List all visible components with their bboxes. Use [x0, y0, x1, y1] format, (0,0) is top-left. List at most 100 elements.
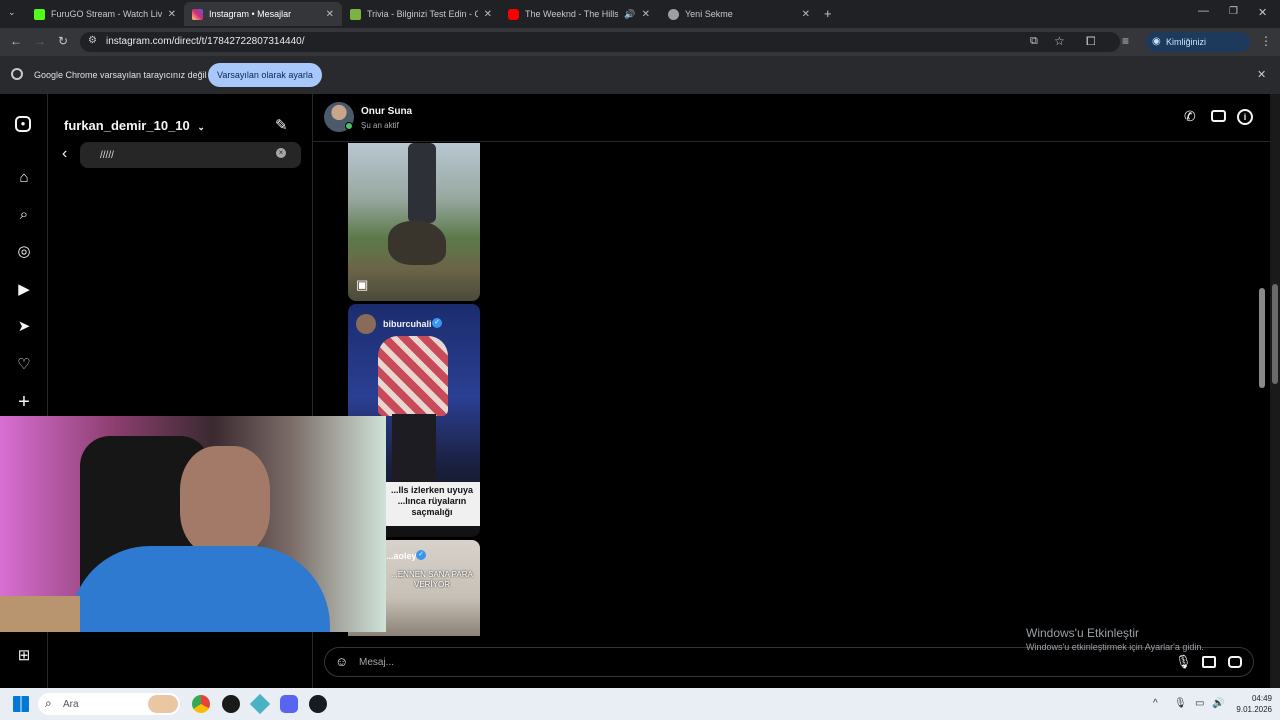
- clock-date: 9.01.2026: [1236, 705, 1272, 714]
- explore-icon[interactable]: ◎: [15, 243, 33, 261]
- reel-icon: ▣: [356, 277, 369, 292]
- restore-icon[interactable]: ❐: [1229, 6, 1238, 17]
- scrollbar-thumb[interactable]: [1259, 288, 1265, 388]
- extensions-icon[interactable]: ⧠: [1086, 34, 1096, 49]
- close-tab-icon[interactable]: ✕: [168, 9, 176, 20]
- tab-furugo[interactable]: FuruGO Stream - Watch Live or ✕: [26, 2, 184, 26]
- install-app-icon[interactable]: ⧉: [1030, 35, 1038, 48]
- microphone-tray-icon[interactable]: 🎙: [1174, 698, 1187, 709]
- volume-icon[interactable]: 🔊: [1212, 698, 1224, 709]
- sticker-icon[interactable]: [1228, 656, 1242, 668]
- home-icon[interactable]: ⌂: [15, 169, 33, 187]
- search-icon[interactable]: ⌕: [15, 206, 33, 224]
- close-tab-icon[interactable]: ✕: [484, 9, 492, 20]
- active-dot: [345, 122, 353, 130]
- image-upload-icon[interactable]: [1202, 656, 1216, 668]
- app-taskbar-icon[interactable]: [222, 695, 240, 713]
- verified-badge-icon: ✓: [432, 318, 442, 328]
- close-infobar-icon[interactable]: ✕: [1257, 68, 1266, 81]
- infobar-message: Google Chrome varsayılan tarayıcınız değ…: [34, 70, 207, 80]
- toolbar: ← → ↻ ⚙ instagram.com/direct/t/178427228…: [0, 28, 1280, 67]
- tab-strip: ⌄ FuruGO Stream - Watch Live or ✕ Instag…: [0, 0, 1280, 28]
- taskbar-search[interactable]: ⌕ Ara: [38, 693, 180, 715]
- tab-instagram[interactable]: Instagram • Mesajlar ✕: [184, 2, 342, 26]
- page-scrollbar-thumb[interactable]: [1272, 284, 1278, 384]
- tab-title: The Weeknd - The Hills - Yo: [525, 9, 619, 19]
- page-scrollbar[interactable]: [1270, 94, 1280, 688]
- show-hidden-icons-icon[interactable]: ^: [1153, 698, 1158, 709]
- post-caption: ...ENNEN SANA PARA VERİYOR: [391, 570, 473, 589]
- phone-call-icon[interactable]: ✆: [1184, 108, 1196, 125]
- new-message-icon[interactable]: ✎: [275, 116, 288, 134]
- bookmark-star-icon[interactable]: ☆: [1054, 34, 1065, 48]
- app-taskbar-icon[interactable]: [249, 693, 271, 715]
- tab-youtube[interactable]: The Weeknd - The Hills - Yo 🔊 ✕: [500, 2, 658, 26]
- post-author: biburcuhali: [383, 319, 432, 329]
- tab-title: Trivia - Bilginizi Test Edin - Quiz: [367, 9, 478, 19]
- emoji-icon[interactable]: ☺: [335, 654, 348, 669]
- new-tab-icon[interactable]: +: [824, 6, 832, 21]
- discord-icon[interactable]: [280, 695, 298, 713]
- scrollbar[interactable]: [1258, 142, 1266, 636]
- trivia-icon: [350, 8, 361, 20]
- forward-icon[interactable]: →: [34, 34, 46, 48]
- clock[interactable]: 04:49 9.01.2026: [1228, 693, 1272, 715]
- contact-name[interactable]: Onur Suna: [361, 106, 412, 117]
- contact-status: Şu an aktif: [361, 121, 399, 130]
- menu-icon[interactable]: ⋮: [1260, 34, 1272, 48]
- webcam-overlay: [0, 416, 386, 632]
- taskbar: ⌕ Ara ^ 🎙 ▭ 🔊 04:49 9.01.2026: [0, 688, 1280, 720]
- bed: [0, 596, 80, 632]
- person-body: [70, 546, 330, 632]
- conversation-panel: Onur Suna Şu an aktif ✆ i ▣ biburcuhali …: [313, 94, 1280, 688]
- minimize-icon[interactable]: —: [1198, 5, 1209, 17]
- steam-icon[interactable]: [309, 695, 327, 713]
- info-icon[interactable]: i: [1237, 109, 1253, 125]
- messages-icon[interactable]: ➤: [15, 318, 33, 336]
- account-switcher[interactable]: furkan_demir_10_10 ⌄: [64, 118, 205, 133]
- back-icon[interactable]: ←: [10, 34, 22, 48]
- search-input[interactable]: ///// ×: [80, 142, 301, 168]
- url-text: instagram.com/direct/t/17842722807314440…: [106, 36, 305, 47]
- microphone-icon[interactable]: 🎙: [1175, 654, 1192, 670]
- tab-title: Instagram • Mesajlar: [209, 9, 292, 19]
- close-tab-icon[interactable]: ✕: [326, 9, 334, 20]
- search-icon: ⌕: [45, 696, 52, 710]
- close-tab-icon[interactable]: ✕: [642, 9, 650, 20]
- more-menu-icon[interactable]: ⊞: [15, 647, 33, 665]
- reel-figure: [408, 143, 436, 223]
- verify-identity-button[interactable]: ◉ Kimliğinizi doğrulayın: [1146, 32, 1250, 67]
- back-icon[interactable]: ‹: [62, 145, 67, 163]
- person-head: [180, 446, 270, 556]
- set-default-button[interactable]: Varsayılan olarak ayarla: [208, 63, 322, 87]
- taskbar-search-placeholder: Ara: [63, 699, 79, 710]
- reload-icon[interactable]: ↻: [58, 34, 68, 48]
- message-placeholder: Mesaj...: [359, 657, 395, 668]
- chrome-taskbar-icon[interactable]: [192, 695, 210, 713]
- site-info-icon[interactable]: ⚙: [88, 35, 97, 46]
- close-tab-icon[interactable]: ✕: [802, 9, 810, 20]
- profile-icon: ◉: [1152, 36, 1161, 47]
- network-icon[interactable]: ▭: [1195, 698, 1204, 709]
- reels-icon[interactable]: ▶: [15, 281, 33, 299]
- tab-trivia[interactable]: Trivia - Bilginizi Test Edin - Quiz ✕: [342, 2, 500, 26]
- start-icon[interactable]: [13, 696, 29, 712]
- notifications-icon[interactable]: ♡: [15, 356, 33, 374]
- reading-list-icon[interactable]: ≡: [1122, 34, 1129, 48]
- address-bar[interactable]: ⚙ instagram.com/direct/t/178427228073144…: [80, 32, 1120, 52]
- tab-title: Yeni Sekme: [685, 9, 733, 19]
- create-icon[interactable]: +: [15, 392, 33, 412]
- audio-playing-icon[interactable]: 🔊: [624, 9, 635, 20]
- clear-search-icon[interactable]: ×: [276, 148, 286, 158]
- tab-new[interactable]: Yeni Sekme ✕: [660, 2, 818, 26]
- post-figure: [378, 336, 448, 416]
- windows-activation-watermark: Windows'u Etkinleştir Windows'u etkinleş…: [1026, 626, 1204, 652]
- youtube-icon: [508, 8, 519, 20]
- shared-reel[interactable]: ▣: [348, 143, 480, 301]
- tab-search-icon[interactable]: ⌄: [8, 7, 16, 18]
- video-call-icon[interactable]: [1211, 110, 1226, 122]
- close-window-icon[interactable]: ✕: [1258, 6, 1267, 19]
- account-username: furkan_demir_10_10: [64, 118, 190, 133]
- search-value: /////: [100, 150, 114, 161]
- instagram-logo-icon[interactable]: ●: [15, 116, 31, 132]
